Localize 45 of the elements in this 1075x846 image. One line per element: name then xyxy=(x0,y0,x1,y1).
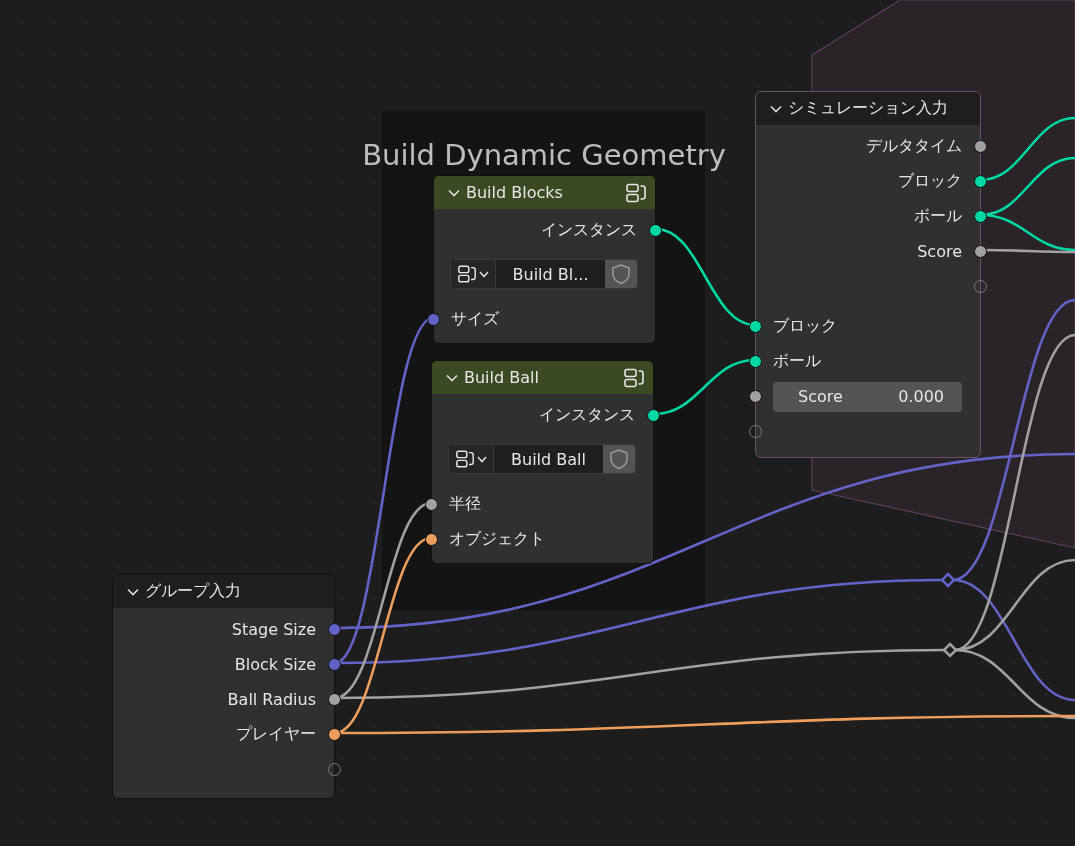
chevron-icon[interactable] xyxy=(446,373,458,382)
shield-icon xyxy=(609,448,629,470)
chevron-icon[interactable] xyxy=(770,104,782,113)
datablock-selector[interactable]: Build Ball xyxy=(448,444,636,474)
socket-label: デルタタイム xyxy=(866,136,962,157)
socket-label: オブジェクト xyxy=(449,529,545,550)
type-dropdown[interactable] xyxy=(449,445,494,473)
node-title: グループ入力 xyxy=(145,581,242,602)
reroute-icon[interactable] xyxy=(942,642,958,658)
socket-label: ブロック xyxy=(773,316,837,337)
chevron-icon[interactable] xyxy=(127,587,139,596)
socket-label: ボール xyxy=(914,206,962,227)
fake-user-button[interactable] xyxy=(603,445,635,473)
node-group-icon xyxy=(457,263,477,285)
node-group-icon xyxy=(455,448,475,470)
reroute-icon[interactable] xyxy=(940,572,956,588)
node-title: Build Ball xyxy=(464,368,540,387)
socket-label: インスタンス xyxy=(539,405,635,426)
shield-icon xyxy=(611,263,631,285)
node-group-icon xyxy=(625,181,647,204)
socket-label: ボール xyxy=(773,351,821,372)
node-header[interactable]: Build Blocks xyxy=(434,176,655,209)
socket-label: Block Size xyxy=(234,655,316,674)
socket-label: Ball Radius xyxy=(227,690,316,709)
socket-label: Stage Size xyxy=(231,620,316,639)
socket-label: 半径 xyxy=(449,494,481,515)
fake-user-button[interactable] xyxy=(605,260,637,288)
node-header[interactable]: シミュレーション入力 xyxy=(756,92,980,125)
node-group-icon xyxy=(623,366,645,389)
value-field[interactable]: Score 0.000 xyxy=(773,381,962,412)
socket-label: ブロック xyxy=(898,171,962,192)
node-title: シミュレーション入力 xyxy=(788,98,949,119)
node-title: Build Blocks xyxy=(466,183,564,202)
caret-icon xyxy=(479,270,489,278)
socket-label: Score xyxy=(917,242,962,261)
socket-label: サイズ xyxy=(451,309,499,330)
socket-label: プレイヤー xyxy=(236,724,316,745)
datablock-selector[interactable]: Build Bl... xyxy=(450,259,638,289)
node-header[interactable]: Build Ball xyxy=(432,361,653,394)
node-header[interactable]: グループ入力 xyxy=(113,575,334,608)
chevron-icon[interactable] xyxy=(448,188,460,197)
type-dropdown[interactable] xyxy=(451,260,496,288)
socket-label: インスタンス xyxy=(541,220,637,241)
caret-icon xyxy=(477,455,487,463)
frame-label: Build Dynamic Geometry xyxy=(361,137,727,174)
